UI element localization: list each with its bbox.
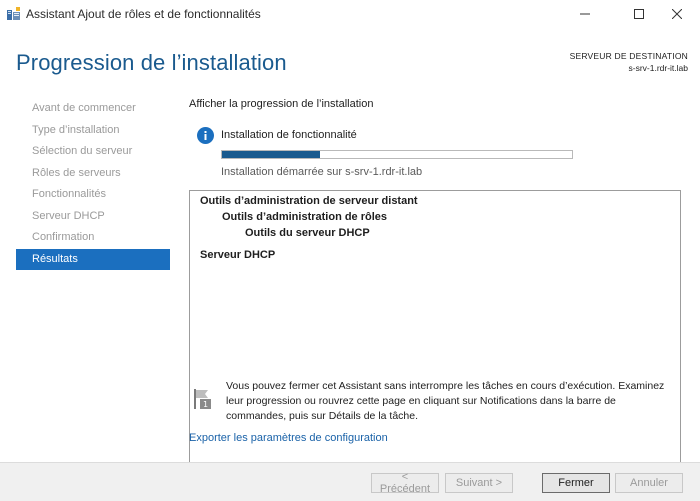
server-manager-icon [6, 6, 22, 22]
info-icon [197, 127, 214, 144]
maximize-icon [634, 9, 644, 19]
destination-server-label: SERVEUR DE DESTINATION [569, 51, 688, 61]
sidebar-item-fonctionnalites: Fonctionnalités [32, 188, 106, 200]
destination-server-name: s-srv-1.rdr-it.lab [628, 63, 688, 73]
sidebar-item-confirmation: Confirmation [32, 231, 95, 243]
window-title: Assistant Ajout de rôles et de fonctionn… [26, 7, 261, 21]
wizard-window: Assistant Ajout de rôles et de fonctionn… [0, 0, 700, 501]
cancel-button[interactable]: Annuler [615, 473, 683, 493]
progress-status: Installation démarrée sur s-srv-1.rdr-it… [221, 166, 423, 178]
sidebar-item-roles-serveurs: Rôles de serveurs [32, 166, 121, 179]
page-title: Progression de l’installation [16, 50, 287, 75]
progress-label: Installation de fonctionnalité [221, 129, 357, 141]
notification-flag-icon: 1 [193, 388, 213, 410]
close-button[interactable]: Fermer [542, 473, 610, 493]
sidebar-item-type-installation: Type d’installation [32, 123, 120, 136]
wizard-steps-sidebar: Avant de commencer Type d’installation S… [16, 98, 170, 270]
sidebar-item-selection-serveur: Sélection du serveur [32, 145, 133, 157]
sidebar-item-serveur-dhcp: Serveur DHCP [32, 209, 105, 222]
progress-fill [222, 151, 320, 158]
close-window-button[interactable] [654, 0, 700, 28]
next-button[interactable]: Suivant > [445, 473, 513, 493]
info-note: Vous pouvez fermer cet Assistant sans in… [226, 380, 665, 422]
sidebar-item-resultats[interactable]: Résultats [16, 248, 170, 270]
export-configuration-link[interactable]: Exporter les paramètres de configuration [189, 432, 388, 444]
close-icon [672, 9, 682, 19]
minimize-icon [580, 9, 590, 19]
minimize-button[interactable] [562, 0, 608, 28]
result-item: Outils d’administration de serveur dista… [200, 195, 418, 207]
sidebar-item-avant-de-commencer: Avant de commencer [32, 102, 136, 114]
wizard-footer: < Précédent Suivant > Fermer Annuler [0, 462, 700, 501]
result-item: Outils d’administration de rôles [222, 211, 388, 223]
wizard-header: Progression de l’installation SERVEUR DE… [0, 28, 700, 86]
svg-text:1: 1 [203, 400, 208, 409]
previous-button[interactable]: < Précédent [371, 471, 439, 495]
title-bar: Assistant Ajout de rôles et de fonctionn… [0, 0, 700, 28]
installation-progress-bar [221, 150, 573, 159]
section-heading: Afficher la progression de l’installatio… [189, 98, 374, 110]
result-item: Outils du serveur DHCP [245, 227, 370, 239]
result-item: Serveur DHCP [200, 249, 276, 261]
